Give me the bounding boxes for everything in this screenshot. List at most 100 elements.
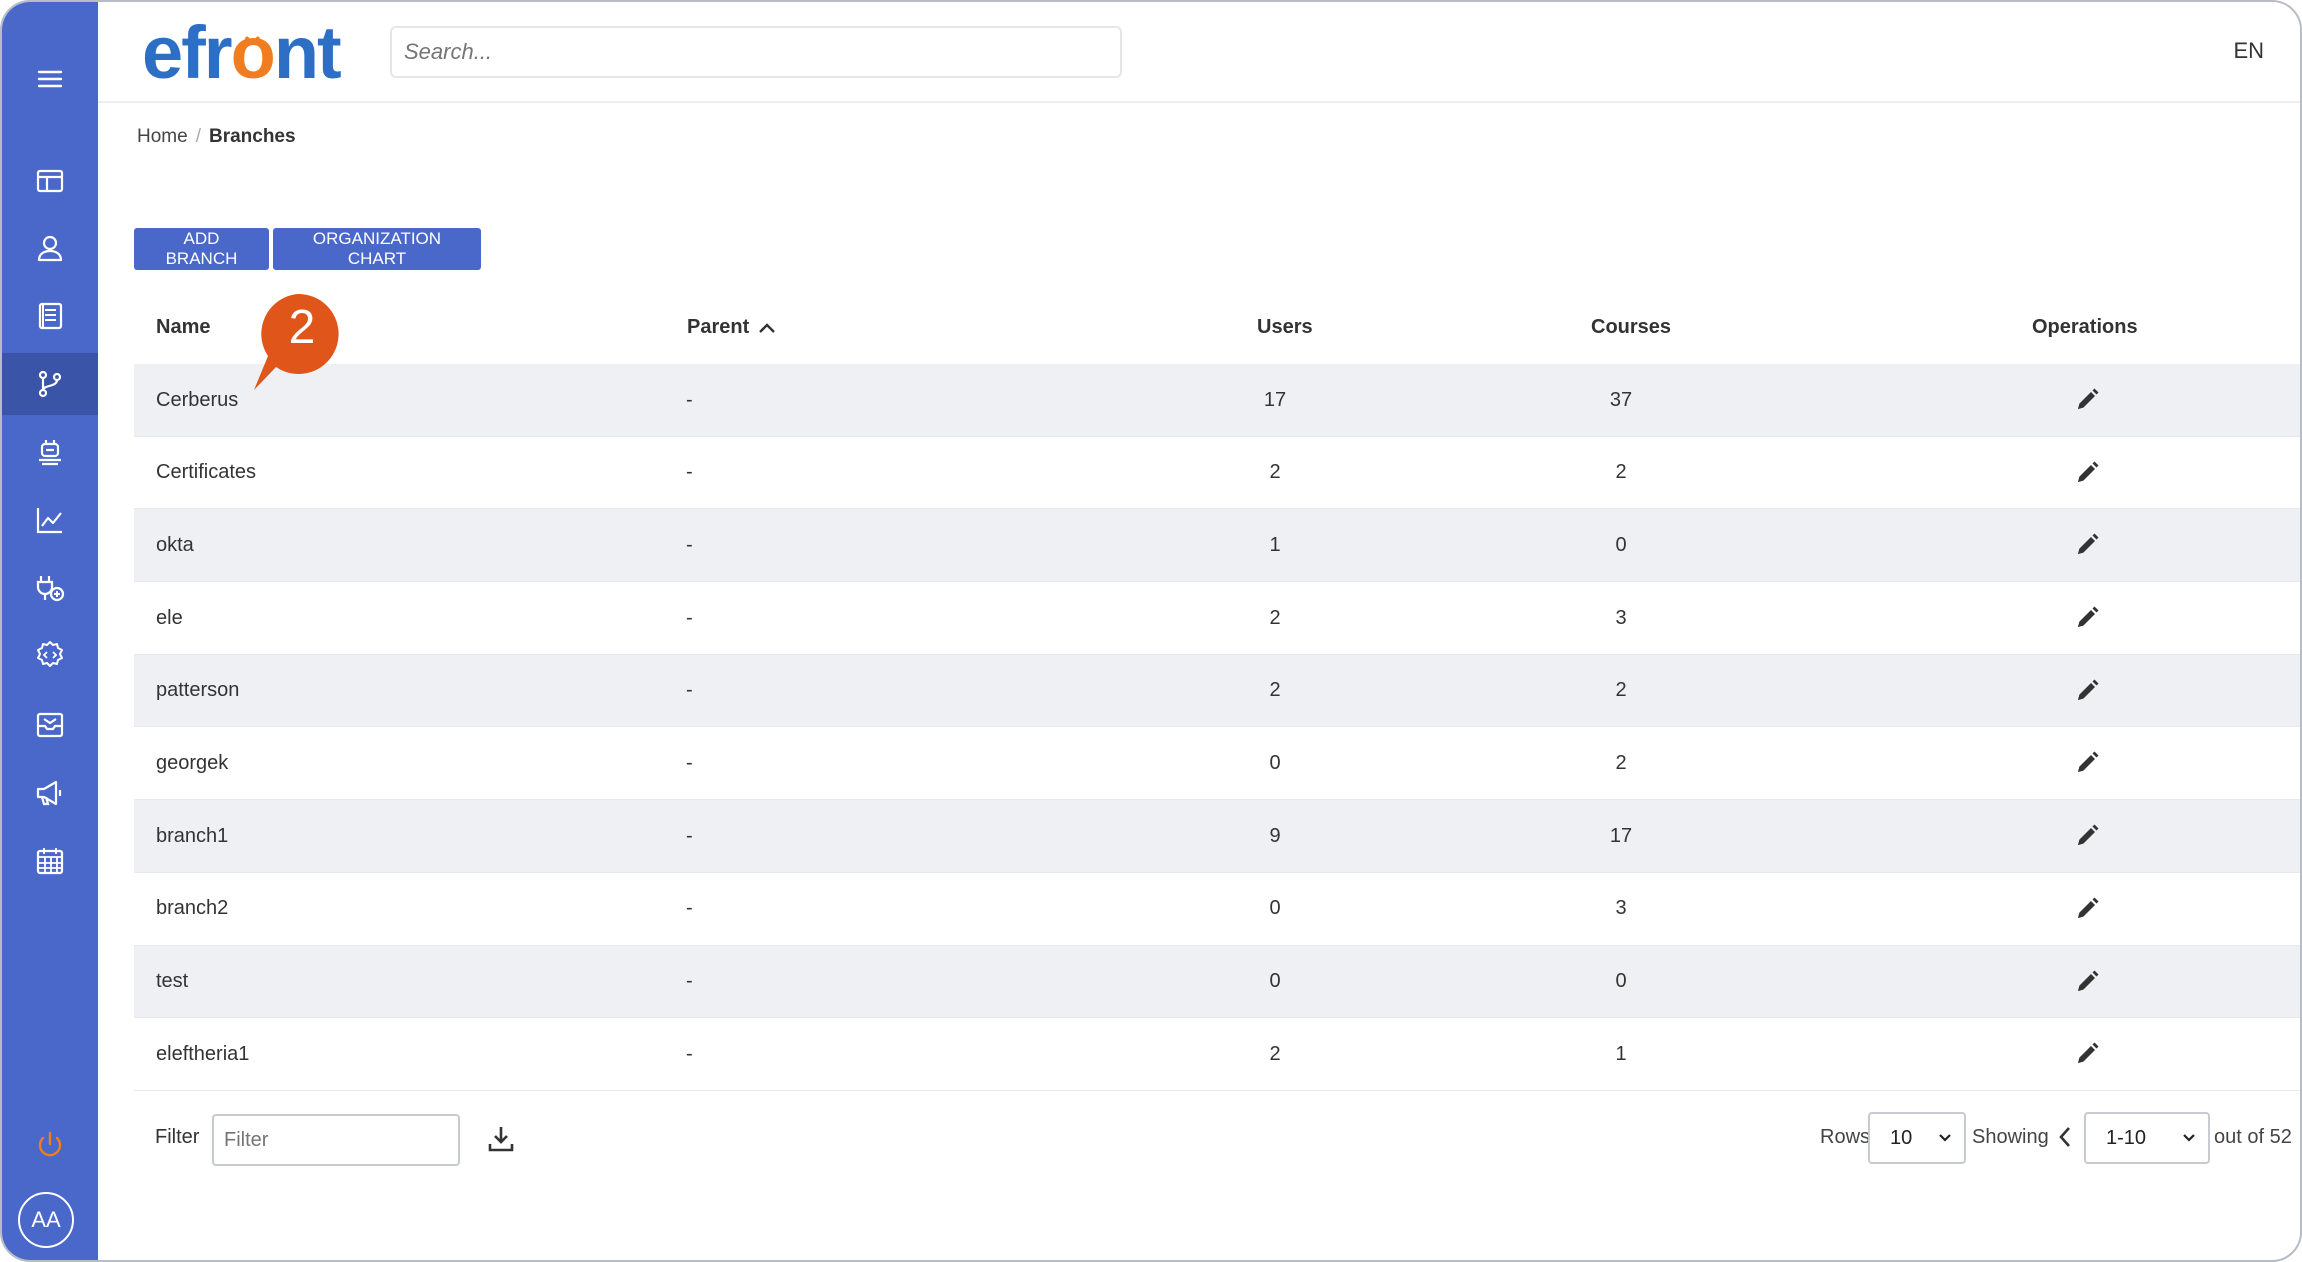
courses-icon[interactable] xyxy=(2,285,98,347)
edit-button[interactable] xyxy=(2060,946,2114,1018)
edit-button[interactable] xyxy=(2060,727,2114,799)
table-row[interactable]: Certificates - 2 2 xyxy=(134,437,2300,510)
edit-button[interactable] xyxy=(2060,364,2114,436)
previous-page-icon[interactable] xyxy=(2054,1122,2076,1152)
cell-users[interactable]: 0 xyxy=(1234,727,1316,799)
table-row[interactable]: eleftheria1 - 2 1 xyxy=(134,1018,2300,1091)
search-input[interactable] xyxy=(390,26,1122,78)
page-range-value: 1-10 xyxy=(2106,1126,2147,1149)
edit-icon xyxy=(2078,970,2099,991)
download-icon[interactable] xyxy=(486,1124,516,1154)
calendar-icon[interactable] xyxy=(2,830,98,892)
avatar[interactable]: AA xyxy=(18,1192,74,1248)
column-header-parent[interactable]: Parent xyxy=(687,316,777,339)
cell-courses[interactable]: 2 xyxy=(1572,727,1670,799)
settings-icon[interactable] xyxy=(2,624,98,686)
cell-courses[interactable]: 3 xyxy=(1572,582,1670,654)
branches-table: Name Parent Users Courses Operations Cer… xyxy=(134,292,2300,1091)
cell-courses[interactable]: 2 xyxy=(1572,437,1670,509)
cell-users[interactable]: 9 xyxy=(1234,800,1316,872)
logo-dots: • • xyxy=(244,30,262,46)
breadcrumb-home[interactable]: Home xyxy=(137,126,188,148)
rows-per-page-select[interactable]: 10 xyxy=(1868,1112,1966,1164)
rows-label: Rows xyxy=(1820,1126,1871,1148)
cell-courses[interactable]: 17 xyxy=(1572,800,1670,872)
column-header-users[interactable]: Users xyxy=(1257,316,1313,339)
page-range-select[interactable]: 1-10 xyxy=(2084,1112,2210,1164)
edit-button[interactable] xyxy=(2060,509,2114,581)
branches-icon[interactable] xyxy=(2,353,98,415)
edit-button[interactable] xyxy=(2060,655,2114,727)
cell-users[interactable]: 2 xyxy=(1234,1018,1316,1090)
table-row[interactable]: branch2 - 0 3 xyxy=(134,873,2300,946)
cell-users[interactable]: 2 xyxy=(1234,437,1316,509)
cell-courses[interactable]: 0 xyxy=(1572,946,1670,1018)
edit-button[interactable] xyxy=(2060,437,2114,509)
cell-parent: - xyxy=(686,533,693,556)
add-branch-button[interactable]: ADD BRANCH xyxy=(134,228,269,270)
table-row[interactable]: patterson - 2 2 xyxy=(134,654,2300,728)
column-header-name[interactable]: Name xyxy=(156,316,210,339)
cell-name[interactable]: ele xyxy=(156,582,183,654)
table-row[interactable]: ele - 2 3 xyxy=(134,582,2300,655)
language-selector[interactable]: EN xyxy=(2233,38,2264,64)
reports-icon[interactable] xyxy=(2,489,98,551)
table-row[interactable]: test - 0 0 xyxy=(134,945,2300,1019)
cell-courses[interactable]: 0 xyxy=(1572,509,1670,581)
cell-name[interactable]: branch2 xyxy=(156,873,228,945)
plugins-icon[interactable] xyxy=(2,557,98,619)
menu-icon[interactable] xyxy=(2,48,98,110)
edit-button[interactable] xyxy=(2060,873,2114,945)
filter-input[interactable] xyxy=(212,1114,460,1166)
logo-text-pre: efr xyxy=(142,11,233,94)
inbox-icon[interactable] xyxy=(2,693,98,755)
cell-users[interactable]: 0 xyxy=(1234,946,1316,1018)
table-body: Cerberus -17 37 Certificates -2 2 okta -1 0 ele -2… xyxy=(134,364,2300,1091)
app-window: AA efr• •ont EN Home / Branches ADD BRAN… xyxy=(0,0,2302,1262)
edit-icon xyxy=(2078,751,2099,773)
cell-name[interactable]: eleftheria1 xyxy=(156,1018,249,1090)
table-row[interactable]: okta - 1 0 xyxy=(134,509,2300,583)
users-icon[interactable] xyxy=(2,217,98,279)
cell-name[interactable]: patterson xyxy=(156,655,239,727)
cell-parent: - xyxy=(686,824,693,847)
cell-users[interactable]: 17 xyxy=(1234,364,1316,436)
edit-icon xyxy=(2078,1042,2099,1064)
cell-users[interactable]: 2 xyxy=(1234,582,1316,654)
table-row[interactable]: Cerberus - 17 37 xyxy=(134,364,2300,437)
sort-ascending-icon xyxy=(759,322,776,333)
cell-name[interactable]: Certificates xyxy=(156,437,256,509)
total-count-label: out of 52 xyxy=(2214,1126,2292,1148)
breadcrumb-current: Branches xyxy=(208,126,296,147)
cell-users[interactable]: 2 xyxy=(1234,655,1316,727)
efront-logo[interactable]: efr • • ont xyxy=(142,16,342,90)
cell-users[interactable]: 1 xyxy=(1234,509,1316,581)
cell-name[interactable]: test xyxy=(156,946,188,1018)
filter-label: Filter xyxy=(155,1126,200,1148)
announcements-icon[interactable] xyxy=(2,762,98,824)
cell-name[interactable]: okta xyxy=(156,509,194,581)
cell-name[interactable]: Cerberus xyxy=(156,364,238,436)
table-row[interactable]: georgek - 0 2 xyxy=(134,727,2300,801)
cell-courses[interactable]: 2 xyxy=(1572,655,1670,727)
breadcrumb: Home / Branches xyxy=(137,126,296,148)
cell-name[interactable]: branch1 xyxy=(156,800,228,872)
organization-chart-button[interactable]: ORGANIZATION CHART xyxy=(273,228,481,270)
cell-courses[interactable]: 37 xyxy=(1572,364,1670,436)
dashboard-icon[interactable] xyxy=(2,150,98,212)
power-icon[interactable] xyxy=(2,1114,98,1176)
edit-button[interactable] xyxy=(2060,1018,2114,1090)
cell-courses[interactable]: 3 xyxy=(1572,873,1670,945)
table-row[interactable]: branch1 - 9 17 xyxy=(134,800,2300,873)
cell-users[interactable]: 0 xyxy=(1234,873,1316,945)
edit-icon xyxy=(2078,461,2099,482)
logo-text-post: nt xyxy=(273,11,342,94)
cell-courses[interactable]: 1 xyxy=(1572,1018,1670,1090)
chevron-down-icon xyxy=(2183,1134,2195,1142)
column-header-parent-label: Parent xyxy=(687,316,750,338)
groups-icon[interactable] xyxy=(2,421,98,483)
edit-button[interactable] xyxy=(2060,582,2114,654)
edit-button[interactable] xyxy=(2060,800,2114,872)
cell-name[interactable]: georgek xyxy=(156,727,228,799)
column-header-courses[interactable]: Courses xyxy=(1591,316,1671,339)
